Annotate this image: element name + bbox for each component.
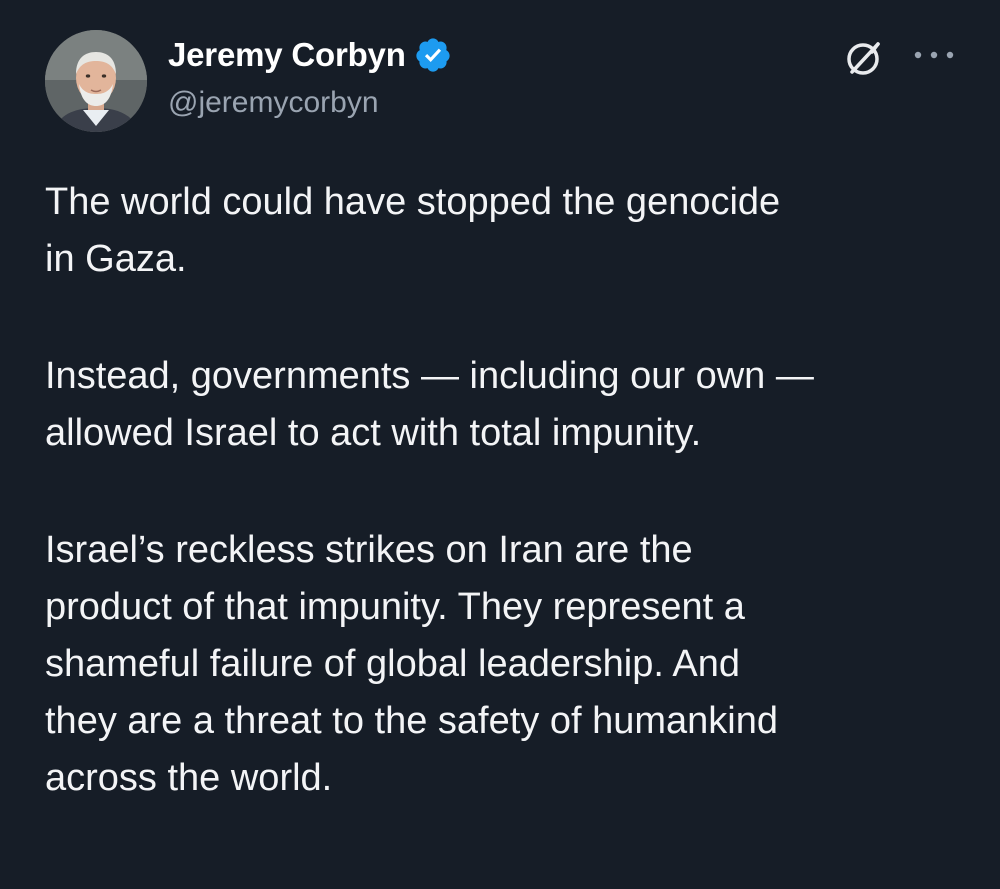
author-display-name[interactable]: Jeremy Corbyn — [168, 36, 406, 74]
author-name-row: Jeremy Corbyn — [168, 33, 452, 77]
author-handle[interactable]: @jeremycorbyn — [168, 86, 379, 120]
post-body: The world could have stopped the genocid… — [45, 174, 955, 867]
grok-icon[interactable] — [842, 36, 886, 80]
more-options-icon[interactable] — [912, 42, 956, 68]
avatar-image — [45, 30, 147, 132]
post-paragraph: The world could have stopped the genocid… — [45, 181, 781, 280]
avatar[interactable] — [45, 30, 147, 132]
post-paragraph: Israel’s reckless strikes on Iran are th… — [45, 529, 779, 799]
post-paragraph: Instead, governments — including our own… — [45, 355, 814, 454]
verified-badge-icon — [414, 36, 452, 74]
post: Jeremy Corbyn @jeremycorbyn The world co… — [0, 0, 1000, 889]
